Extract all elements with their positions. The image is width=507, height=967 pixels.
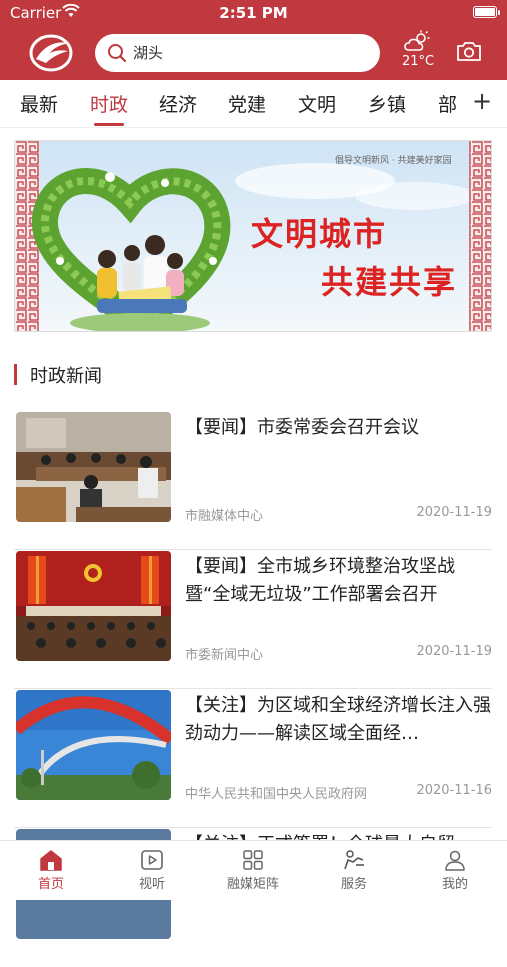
- news-title[interactable]: 【关注】为区域和全球经济增长注入强劲动力——解读区域全面经…: [185, 692, 492, 748]
- banner-carousel[interactable]: 倡导文明新风 · 共建美好家园 文明城市 共建共享: [14, 140, 492, 332]
- news-title[interactable]: 【要闻】市委常委会召开会议: [185, 414, 492, 442]
- search-icon: [108, 44, 127, 63]
- news-thumbnail: [16, 690, 171, 800]
- news-source: 市委新闻中心: [185, 648, 264, 663]
- nav-home-label: 首页: [37, 877, 64, 892]
- section-title: 时政新闻: [30, 366, 102, 387]
- tab-latest[interactable]: 最新: [20, 90, 58, 117]
- status-time: 2:51 PM: [219, 4, 288, 22]
- news-date: 2020-11-16: [416, 783, 492, 798]
- nav-media-matrix[interactable]: 融媒矩阵: [213, 849, 293, 892]
- search-input[interactable]: 湖头: [133, 42, 163, 63]
- nav-services-label: 服务: [340, 877, 367, 892]
- top-header: Carrier 2:51 PM 湖头 21°C: [0, 0, 507, 80]
- nav-profile-label: 我的: [441, 877, 468, 892]
- news-date: 2020-11-19: [416, 644, 492, 659]
- news-item[interactable]: 【关注】为区域和全球经济增长注入强劲动力——解读区域全面经… 中华人民共和国中央…: [14, 690, 492, 828]
- app-logo-icon[interactable]: [28, 33, 74, 73]
- news-item[interactable]: 【要闻】全市城乡环境整治攻坚战暨“全域无垃圾”工作部署会召开 市委新闻中心 20…: [14, 551, 492, 689]
- news-thumbnail: [16, 551, 171, 661]
- nav-video[interactable]: 视听: [112, 849, 192, 892]
- nav-services[interactable]: 服务: [314, 849, 394, 892]
- news-item[interactable]: 【要闻】市委常委会召开会议 市融媒体中心 2020-11-19: [14, 412, 492, 550]
- category-tabs: 最新 时政 经济 党建 文明 乡镇 部 +: [0, 80, 507, 128]
- nav-home[interactable]: 首页: [11, 849, 91, 892]
- banner-headline-1: 文明城市: [251, 215, 388, 253]
- nav-media-matrix-label: 融媒矩阵: [226, 877, 279, 892]
- weather-temperature: 21°C: [401, 54, 435, 69]
- nav-video-label: 视听: [138, 877, 165, 892]
- nav-profile[interactable]: 我的: [415, 849, 495, 892]
- home-icon: [40, 850, 62, 871]
- banner-headline-2: 共建共享: [321, 263, 458, 301]
- search-box[interactable]: 湖头: [95, 34, 380, 72]
- news-thumbnail: [16, 412, 171, 522]
- play-icon: [141, 850, 163, 870]
- status-bar: Carrier 2:51 PM: [0, 0, 507, 26]
- tab-party-building[interactable]: 党建: [228, 90, 266, 117]
- bottom-tab-bar: 首页 视听 融媒矩阵 服务 我的: [0, 840, 507, 900]
- active-tab-indicator: [94, 123, 124, 126]
- news-date: 2020-11-19: [416, 505, 492, 520]
- service-icon: [344, 850, 364, 870]
- news-source: 市融媒体中心: [185, 509, 264, 524]
- add-tab-button[interactable]: +: [472, 87, 492, 115]
- weather-cloudy-icon: [404, 30, 430, 51]
- user-icon: [445, 850, 465, 871]
- section-accent-bar: [14, 364, 17, 385]
- weather-widget[interactable]: 21°C: [400, 30, 436, 72]
- banner-slogan: 倡导文明新风 · 共建美好家园: [335, 156, 452, 166]
- tab-economy[interactable]: 经济: [159, 90, 197, 117]
- tab-townships[interactable]: 乡镇: [368, 90, 406, 117]
- tab-civilization[interactable]: 文明: [298, 90, 336, 117]
- battery-icon: [473, 6, 500, 18]
- news-source: 中华人民共和国中央人民政府网: [185, 787, 368, 802]
- news-title[interactable]: 【要闻】全市城乡环境整治攻坚战暨“全域无垃圾”工作部署会召开: [185, 553, 492, 609]
- camera-icon[interactable]: [456, 40, 482, 62]
- grid-icon: [243, 850, 263, 870]
- tab-politics[interactable]: 时政: [90, 90, 128, 117]
- tab-departments[interactable]: 部: [438, 90, 457, 117]
